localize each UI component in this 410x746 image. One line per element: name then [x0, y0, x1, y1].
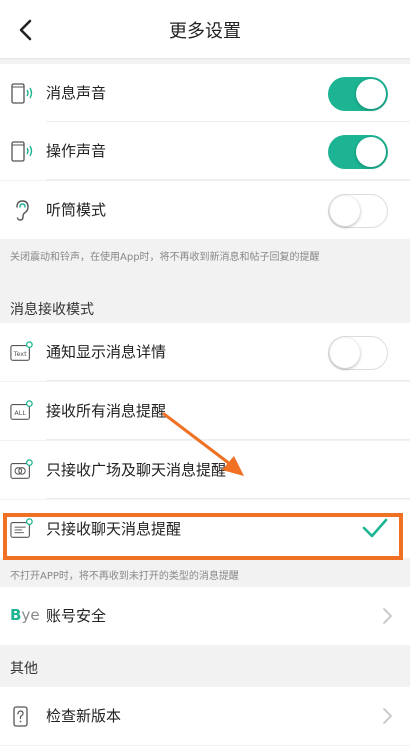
earpiece-mode-toggle[interactable] — [328, 194, 388, 228]
bye-icon: Bye — [10, 606, 40, 624]
receive-mode-section-title: 消息接收模式 — [10, 302, 94, 318]
row-show-detail: Text 通知显示消息详情 — [0, 323, 410, 381]
row-account-security[interactable]: Bye 账号安全 — [0, 587, 410, 645]
row-earpiece-mode: 听筒模式 — [0, 181, 410, 239]
all-badge-icon: ALL — [10, 400, 33, 420]
ear-icon — [16, 200, 29, 221]
other-section-title: 其他 — [10, 661, 38, 677]
check-update-label: 检查新版本 — [46, 707, 122, 725]
receive-all-label: 接收所有消息提醒 — [46, 402, 167, 420]
operation-sound-toggle[interactable] — [328, 135, 388, 169]
check-icon — [362, 518, 388, 538]
row-operation-sound: 操作声音 — [0, 122, 410, 180]
chevron-right-icon — [383, 608, 392, 624]
operation-sound-label: 操作声音 — [46, 142, 107, 160]
show-detail-toggle[interactable] — [328, 336, 388, 370]
phone-sound-icon — [11, 141, 33, 162]
annotation-arrow-icon — [162, 412, 244, 476]
receive-chat-only-label: 只接收聊天消息提醒 — [46, 520, 182, 538]
account-security-label: 账号安全 — [46, 607, 107, 625]
row-receive-chat-only[interactable]: 只接收聊天消息提醒 — [0, 500, 410, 558]
phone-sound-icon — [11, 83, 33, 104]
svg-text:ALL: ALL — [14, 409, 26, 417]
sound-hint-text: 关闭震动和铃声，在使用App时，将不再收到新消息和帖子回复的提醒 — [10, 252, 320, 263]
page-title: 更多设置 — [169, 21, 241, 42]
update-question-icon — [13, 706, 28, 727]
chevron-right-icon — [383, 708, 392, 724]
row-message-sound: 消息声音 — [0, 64, 410, 122]
row-check-update[interactable]: 检查新版本 — [0, 687, 410, 745]
chat-lines-icon — [10, 518, 33, 538]
receive-mode-hint-text: 不打开APP时，将不再收到未打开的类型的消息提醒 — [10, 571, 239, 582]
double-circle-icon — [10, 459, 33, 479]
text-badge-icon: Text — [10, 341, 33, 361]
message-sound-toggle[interactable] — [328, 77, 388, 111]
show-detail-label: 通知显示消息详情 — [46, 343, 167, 361]
nav-header: 更多设置 — [0, 0, 410, 59]
earpiece-mode-label: 听筒模式 — [46, 201, 107, 219]
svg-text:Text: Text — [13, 350, 28, 358]
message-sound-label: 消息声音 — [46, 84, 107, 102]
